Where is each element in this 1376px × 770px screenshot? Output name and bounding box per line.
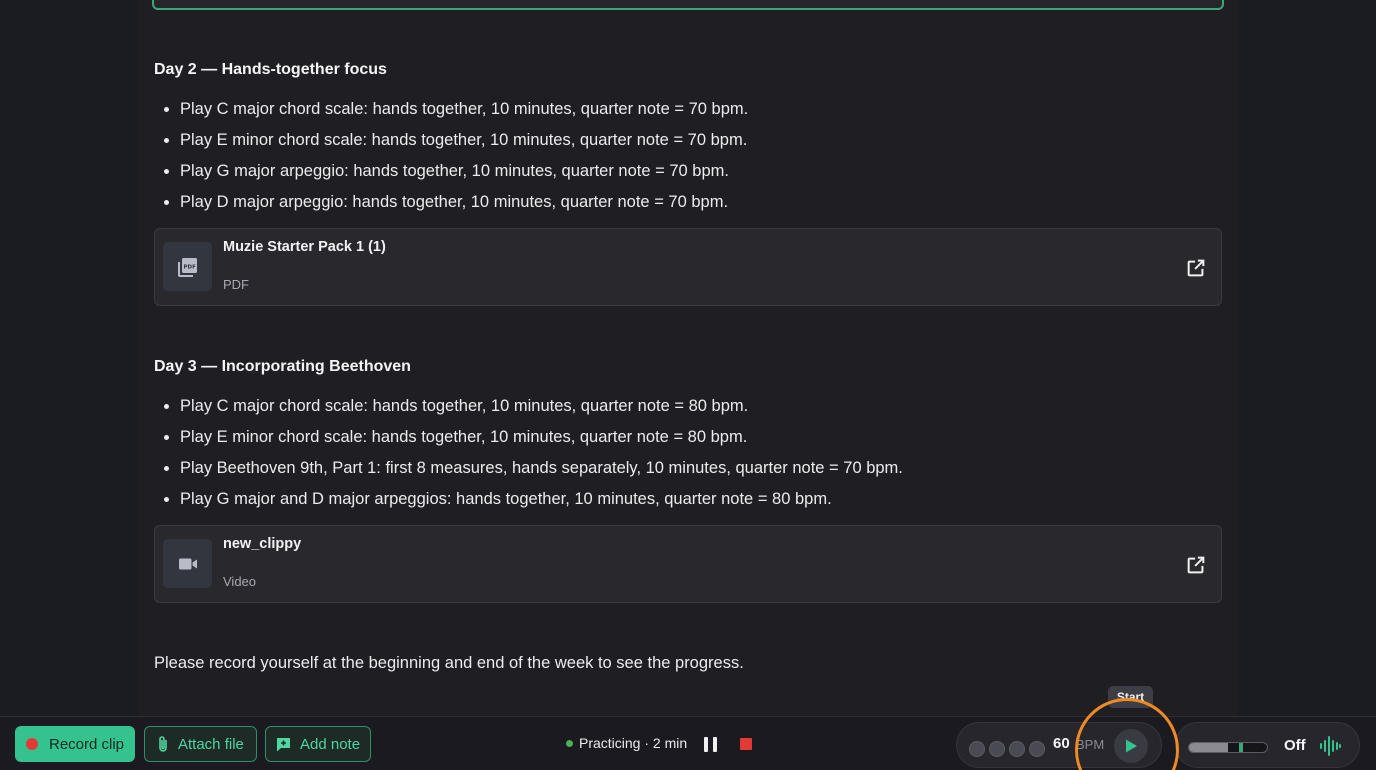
open-external-icon[interactable]: [1185, 257, 1207, 279]
day-3-title: Day 3 — Incorporating Beethoven: [154, 358, 411, 375]
waveform-icon[interactable]: [1318, 734, 1342, 758]
resource-type: PDF: [223, 277, 249, 292]
list-item: Play Beethoven 9th, Part 1: first 8 meas…: [180, 453, 903, 484]
resource-card-video[interactable]: new_clippy Video: [154, 525, 1222, 603]
beat-indicator[interactable]: [1009, 741, 1025, 757]
list-item: Play D major arpeggio: hands together, 1…: [180, 187, 748, 218]
list-item: Play E minor chord scale: hands together…: [180, 422, 903, 453]
bpm-value[interactable]: 60: [1053, 735, 1070, 752]
status-dot: [566, 739, 573, 747]
attach-file-button[interactable]: Attach file: [144, 726, 257, 762]
paperclip-icon: [159, 736, 167, 752]
svg-text:PDF: PDF: [183, 264, 196, 270]
day-3-list: Play C major chord scale: hands together…: [180, 391, 903, 515]
record-clip-label: Record clip: [49, 735, 125, 753]
beat-indicator[interactable]: [1029, 741, 1045, 757]
drone-control: Off: [1175, 722, 1360, 768]
beat-indicator[interactable]: [969, 741, 985, 757]
list-item: Play G major and D major arpeggios: hand…: [180, 484, 903, 515]
record-dot-icon: [26, 738, 38, 750]
resource-title[interactable]: new_clippy: [223, 536, 301, 552]
add-note-icon: [277, 737, 290, 751]
open-external-icon[interactable]: [1185, 554, 1207, 576]
slider-fill: [1189, 743, 1228, 752]
list-item: Play E minor chord scale: hands together…: [180, 125, 748, 156]
day-2-title: Day 2 — Hands-together focus: [154, 61, 387, 78]
practice-status-text: Practicing · 2 min: [579, 735, 688, 751]
resource-type: Video: [223, 574, 257, 589]
slider-handle[interactable]: [1239, 743, 1243, 752]
closing-note: Please record yourself at the beginning …: [154, 654, 744, 672]
pause-icon[interactable]: [704, 737, 717, 752]
day-2-list: Play C major chord scale: hands together…: [180, 94, 748, 218]
previous-resource-card[interactable]: [152, 0, 1224, 10]
resource-card-pdf[interactable]: PDF Muzie Starter Pack 1 (1) PDF: [154, 228, 1222, 306]
attach-file-label: Attach file: [178, 735, 244, 753]
add-note-label: Add note: [300, 735, 361, 753]
add-note-button[interactable]: Add note: [265, 726, 371, 762]
practice-status: Practicing · 2 min: [566, 735, 687, 751]
list-item: Play C major chord scale: hands together…: [180, 94, 748, 125]
list-item: Play G major arpeggio: hands together, 1…: [180, 156, 748, 187]
drone-status: Off: [1284, 737, 1306, 754]
stop-icon[interactable]: [740, 738, 752, 750]
video-camera-icon: [163, 539, 212, 588]
resource-title[interactable]: Muzie Starter Pack 1 (1): [223, 239, 386, 255]
lesson-content: Day 2 — Hands-together focus Play C majo…: [138, 0, 1238, 716]
record-clip-button[interactable]: Record clip: [15, 726, 135, 762]
pdf-icon: PDF: [163, 242, 212, 291]
beat-indicator[interactable]: [989, 741, 1005, 757]
list-item: Play C major chord scale: hands together…: [180, 391, 903, 422]
drone-volume-slider[interactable]: [1188, 742, 1268, 753]
